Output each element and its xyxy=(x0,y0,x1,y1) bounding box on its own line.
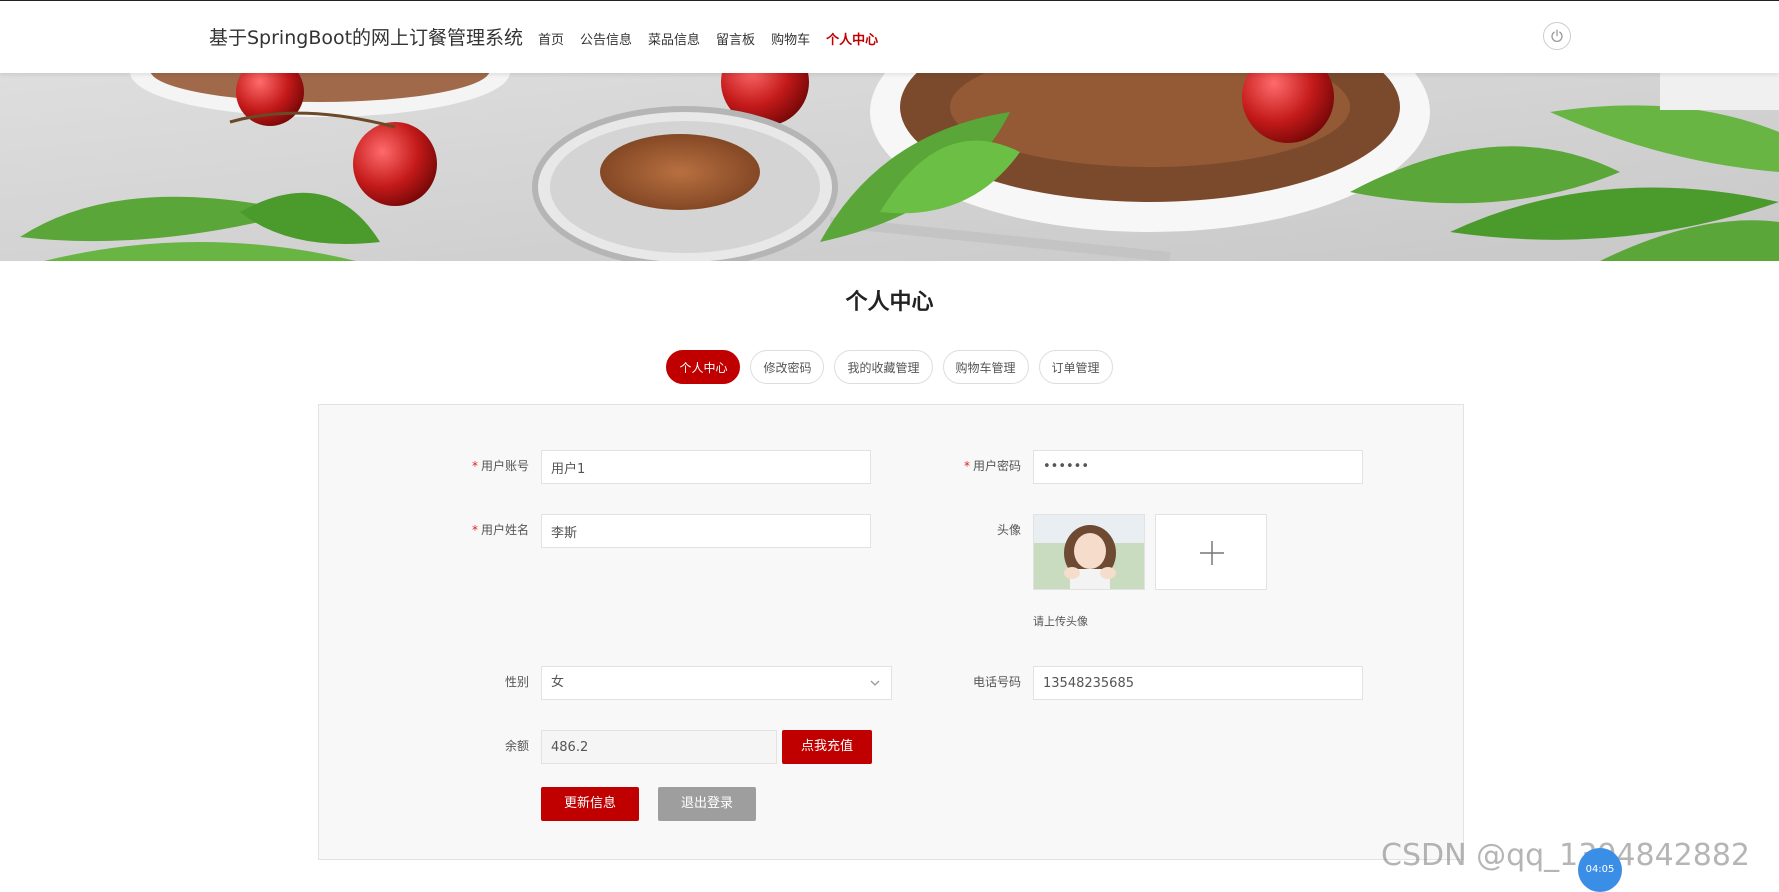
avatar-image xyxy=(1034,515,1144,589)
plus-icon xyxy=(1200,541,1224,565)
avatar-preview[interactable] xyxy=(1033,514,1145,590)
balance-input xyxy=(541,730,777,764)
banner-food-image xyxy=(0,72,1779,261)
logout-button[interactable]: 退出登录 xyxy=(658,787,756,821)
csdn-watermark: CSDN @qq_1394842882 xyxy=(1381,838,1751,873)
phone-label: 电话号码 xyxy=(972,675,1021,689)
update-info-button[interactable]: 更新信息 xyxy=(541,787,639,821)
main-nav: 首页 公告信息 菜品信息 留言板 购物车 个人中心 xyxy=(538,29,894,48)
tab-my-favorites[interactable]: 我的收藏管理 xyxy=(834,350,933,384)
logout-power-button[interactable] xyxy=(1543,22,1571,50)
top-header: 基于SpringBoot的网上订餐管理系统 首页 公告信息 菜品信息 留言板 购… xyxy=(0,0,1779,73)
gender-label: 性别 xyxy=(504,675,529,689)
recharge-button[interactable]: 点我充值 xyxy=(782,730,872,764)
floating-timer-badge[interactable]: 04:05 xyxy=(1578,848,1622,892)
name-label: * 用户姓名 xyxy=(471,523,529,537)
nav-home[interactable]: 首页 xyxy=(538,29,564,48)
avatar-label: 头像 xyxy=(996,523,1021,537)
tab-personal-center[interactable]: 个人中心 xyxy=(666,350,741,384)
avatar-hint: 请上传头像 xyxy=(1033,615,1088,628)
gender-select[interactable]: 女 xyxy=(541,666,892,700)
profile-form-panel: *用户账号 *用户密码 •••••• *用户姓名 头像 请上传头像 性别 女 电… xyxy=(318,404,1464,860)
nav-dishes[interactable]: 菜品信息 xyxy=(648,29,700,48)
balance-label: 余额 xyxy=(504,739,529,753)
site-title: 基于SpringBoot的网上订餐管理系统 xyxy=(209,27,524,49)
chevron-down-icon xyxy=(870,680,880,686)
power-icon xyxy=(1551,29,1563,42)
page-title: 个人中心 xyxy=(845,290,934,315)
profile-tabs: 个人中心 修改密码 我的收藏管理 购物车管理 订单管理 xyxy=(0,350,1779,384)
avatar-upload-button[interactable] xyxy=(1155,514,1267,590)
account-label: * 用户账号 xyxy=(471,459,529,473)
password-label: * 用户密码 xyxy=(963,459,1021,473)
tab-cart-management[interactable]: 购物车管理 xyxy=(942,350,1029,384)
tab-order-management[interactable]: 订单管理 xyxy=(1038,350,1113,384)
phone-input[interactable] xyxy=(1033,666,1363,700)
password-input[interactable]: •••••• xyxy=(1033,450,1363,484)
account-input[interactable] xyxy=(541,450,871,484)
hero-banner xyxy=(0,72,1779,261)
gender-value: 女 xyxy=(551,675,565,690)
nav-message-board[interactable]: 留言板 xyxy=(716,29,755,48)
tab-change-password[interactable]: 修改密码 xyxy=(750,350,825,384)
nav-announcements[interactable]: 公告信息 xyxy=(580,29,632,48)
nav-personal-center[interactable]: 个人中心 xyxy=(826,29,878,48)
name-input[interactable] xyxy=(541,514,871,548)
nav-cart[interactable]: 购物车 xyxy=(771,29,810,48)
